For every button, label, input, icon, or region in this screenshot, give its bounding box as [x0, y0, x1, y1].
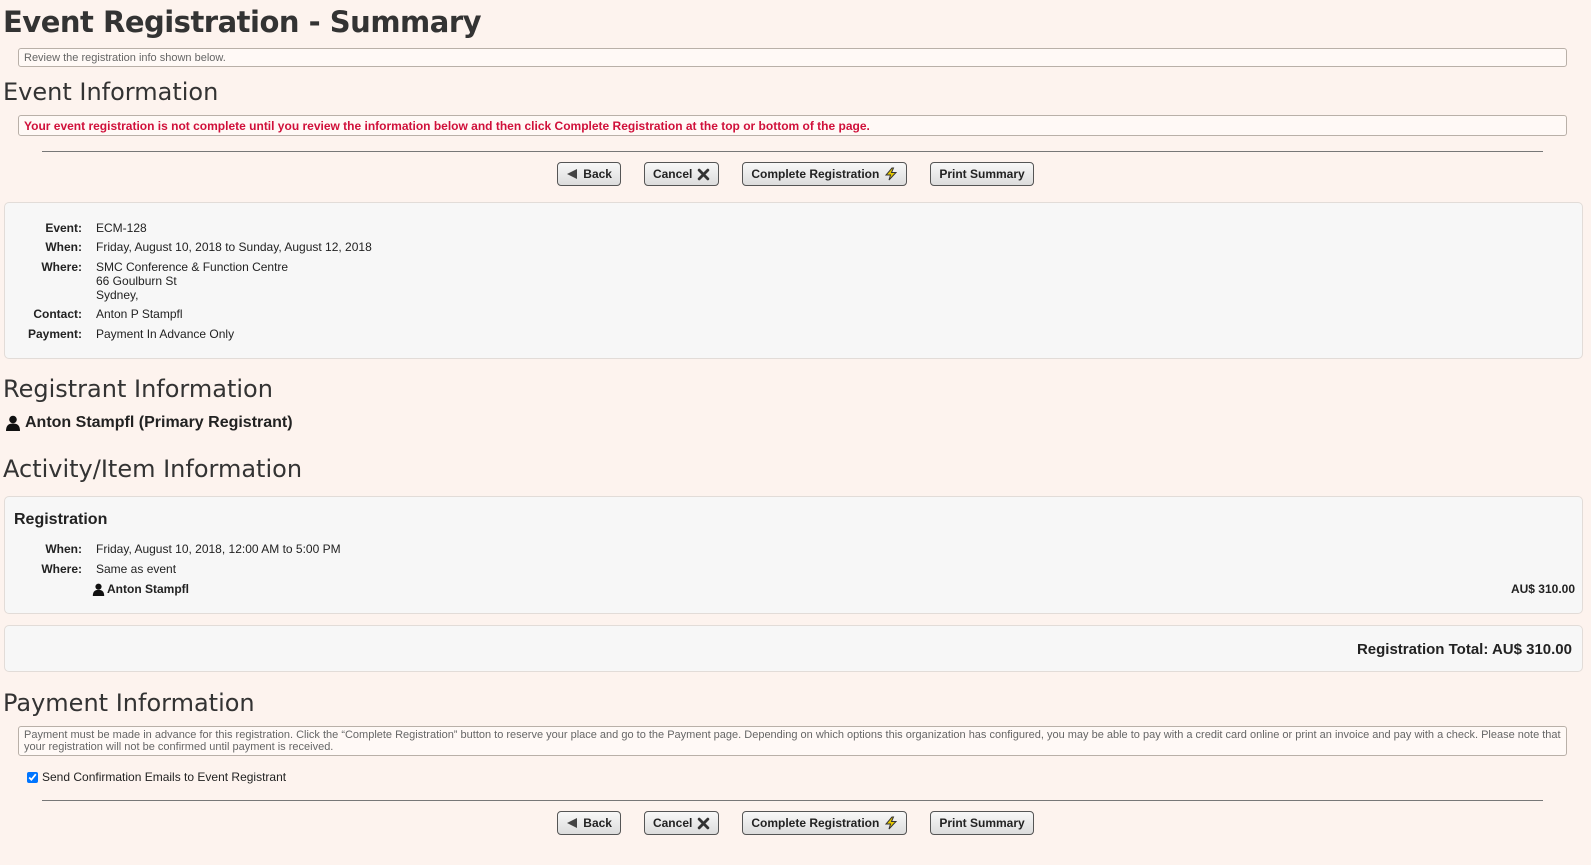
- payment-label: Payment:: [27, 327, 82, 341]
- x-icon: [698, 168, 710, 180]
- activity-price: AU$ 310.00: [1510, 582, 1575, 596]
- cancel-button-label: Cancel: [652, 167, 693, 181]
- page-title: Event Registration - Summary: [3, 5, 482, 39]
- registrant-information-heading: Registrant Information: [3, 375, 273, 403]
- contact-value: Anton P Stampfl: [96, 307, 183, 321]
- payment-notice: Payment must be made in advance for this…: [18, 726, 1567, 756]
- back-button-label: Back: [583, 816, 612, 830]
- back-button-label: Back: [583, 167, 612, 181]
- activity-attendee: Anton Stampfl: [92, 582, 189, 596]
- where-line-1: SMC Conference & Function Centre: [96, 260, 289, 274]
- event-details-panel: Event: ECM-128 When: Friday, August 10, …: [4, 202, 1583, 359]
- activity-where-label: Where:: [41, 562, 82, 576]
- activity-attendee-name: Anton Stampfl: [107, 582, 189, 596]
- event-value: ECM-128: [96, 221, 147, 235]
- complete-registration-button[interactable]: Complete Registration: [742, 811, 908, 835]
- event-label: Event:: [45, 221, 82, 235]
- divider: [42, 151, 1543, 152]
- print-summary-button[interactable]: Print Summary: [930, 811, 1034, 835]
- cancel-button[interactable]: Cancel: [643, 811, 720, 835]
- activity-information-heading: Activity/Item Information: [3, 455, 303, 483]
- activity-item-title: Registration: [14, 511, 108, 528]
- registration-total: Registration Total: AU$ 310.00: [1356, 641, 1572, 658]
- event-information-heading: Event Information: [3, 78, 219, 106]
- where-line-2: 66 Goulburn St: [96, 274, 177, 288]
- activity-panel: Registration When: Friday, August 10, 20…: [4, 496, 1583, 614]
- where-label: Where:: [41, 260, 82, 274]
- print-summary-button[interactable]: Print Summary: [930, 162, 1034, 186]
- back-arrow-icon: [567, 169, 578, 179]
- back-button[interactable]: Back: [557, 162, 621, 186]
- review-notice: Review the registration info shown below…: [18, 48, 1567, 67]
- where-line-3: Sydney,: [96, 288, 139, 302]
- complete-registration-label: Complete Registration: [751, 816, 880, 830]
- divider: [42, 800, 1543, 801]
- top-button-row: Back Cancel Complete Registration Print …: [0, 162, 1591, 186]
- when-label: When:: [45, 240, 82, 254]
- primary-registrant-name: Anton Stampfl (Primary Registrant): [25, 414, 293, 431]
- send-confirmation-emails-checkbox[interactable]: [27, 771, 38, 783]
- registration-total-panel: Registration Total: AU$ 310.00: [4, 625, 1583, 672]
- activity-when-value: Friday, August 10, 2018, 12:00 AM to 5:0…: [96, 542, 341, 556]
- print-summary-label: Print Summary: [939, 816, 1025, 830]
- send-confirmation-emails-label: Send Confirmation Emails to Event Regist…: [42, 770, 287, 784]
- primary-registrant: Anton Stampfl (Primary Registrant): [5, 414, 293, 432]
- activity-where-value: Same as event: [96, 562, 177, 576]
- back-button[interactable]: Back: [557, 811, 621, 835]
- print-summary-label: Print Summary: [939, 167, 1025, 181]
- send-confirmation-emails-option[interactable]: Send Confirmation Emails to Event Regist…: [27, 770, 286, 784]
- activity-when-label: When:: [45, 542, 82, 556]
- person-icon: [6, 415, 20, 431]
- payment-value: Payment In Advance Only: [96, 327, 235, 341]
- lightning-icon: [885, 167, 898, 181]
- back-arrow-icon: [567, 818, 578, 828]
- contact-label: Contact:: [33, 307, 82, 321]
- payment-information-heading: Payment Information: [3, 689, 255, 717]
- cancel-button-label: Cancel: [652, 816, 693, 830]
- complete-registration-label: Complete Registration: [751, 167, 880, 181]
- bottom-button-row: Back Cancel Complete Registration Print …: [0, 811, 1591, 835]
- when-value: Friday, August 10, 2018 to Sunday, Augus…: [96, 240, 372, 254]
- lightning-icon: [885, 816, 898, 830]
- person-icon: [92, 583, 105, 596]
- registration-incomplete-alert: Your event registration is not complete …: [18, 115, 1567, 136]
- x-icon: [698, 817, 710, 829]
- complete-registration-button[interactable]: Complete Registration: [742, 162, 908, 186]
- cancel-button[interactable]: Cancel: [643, 162, 720, 186]
